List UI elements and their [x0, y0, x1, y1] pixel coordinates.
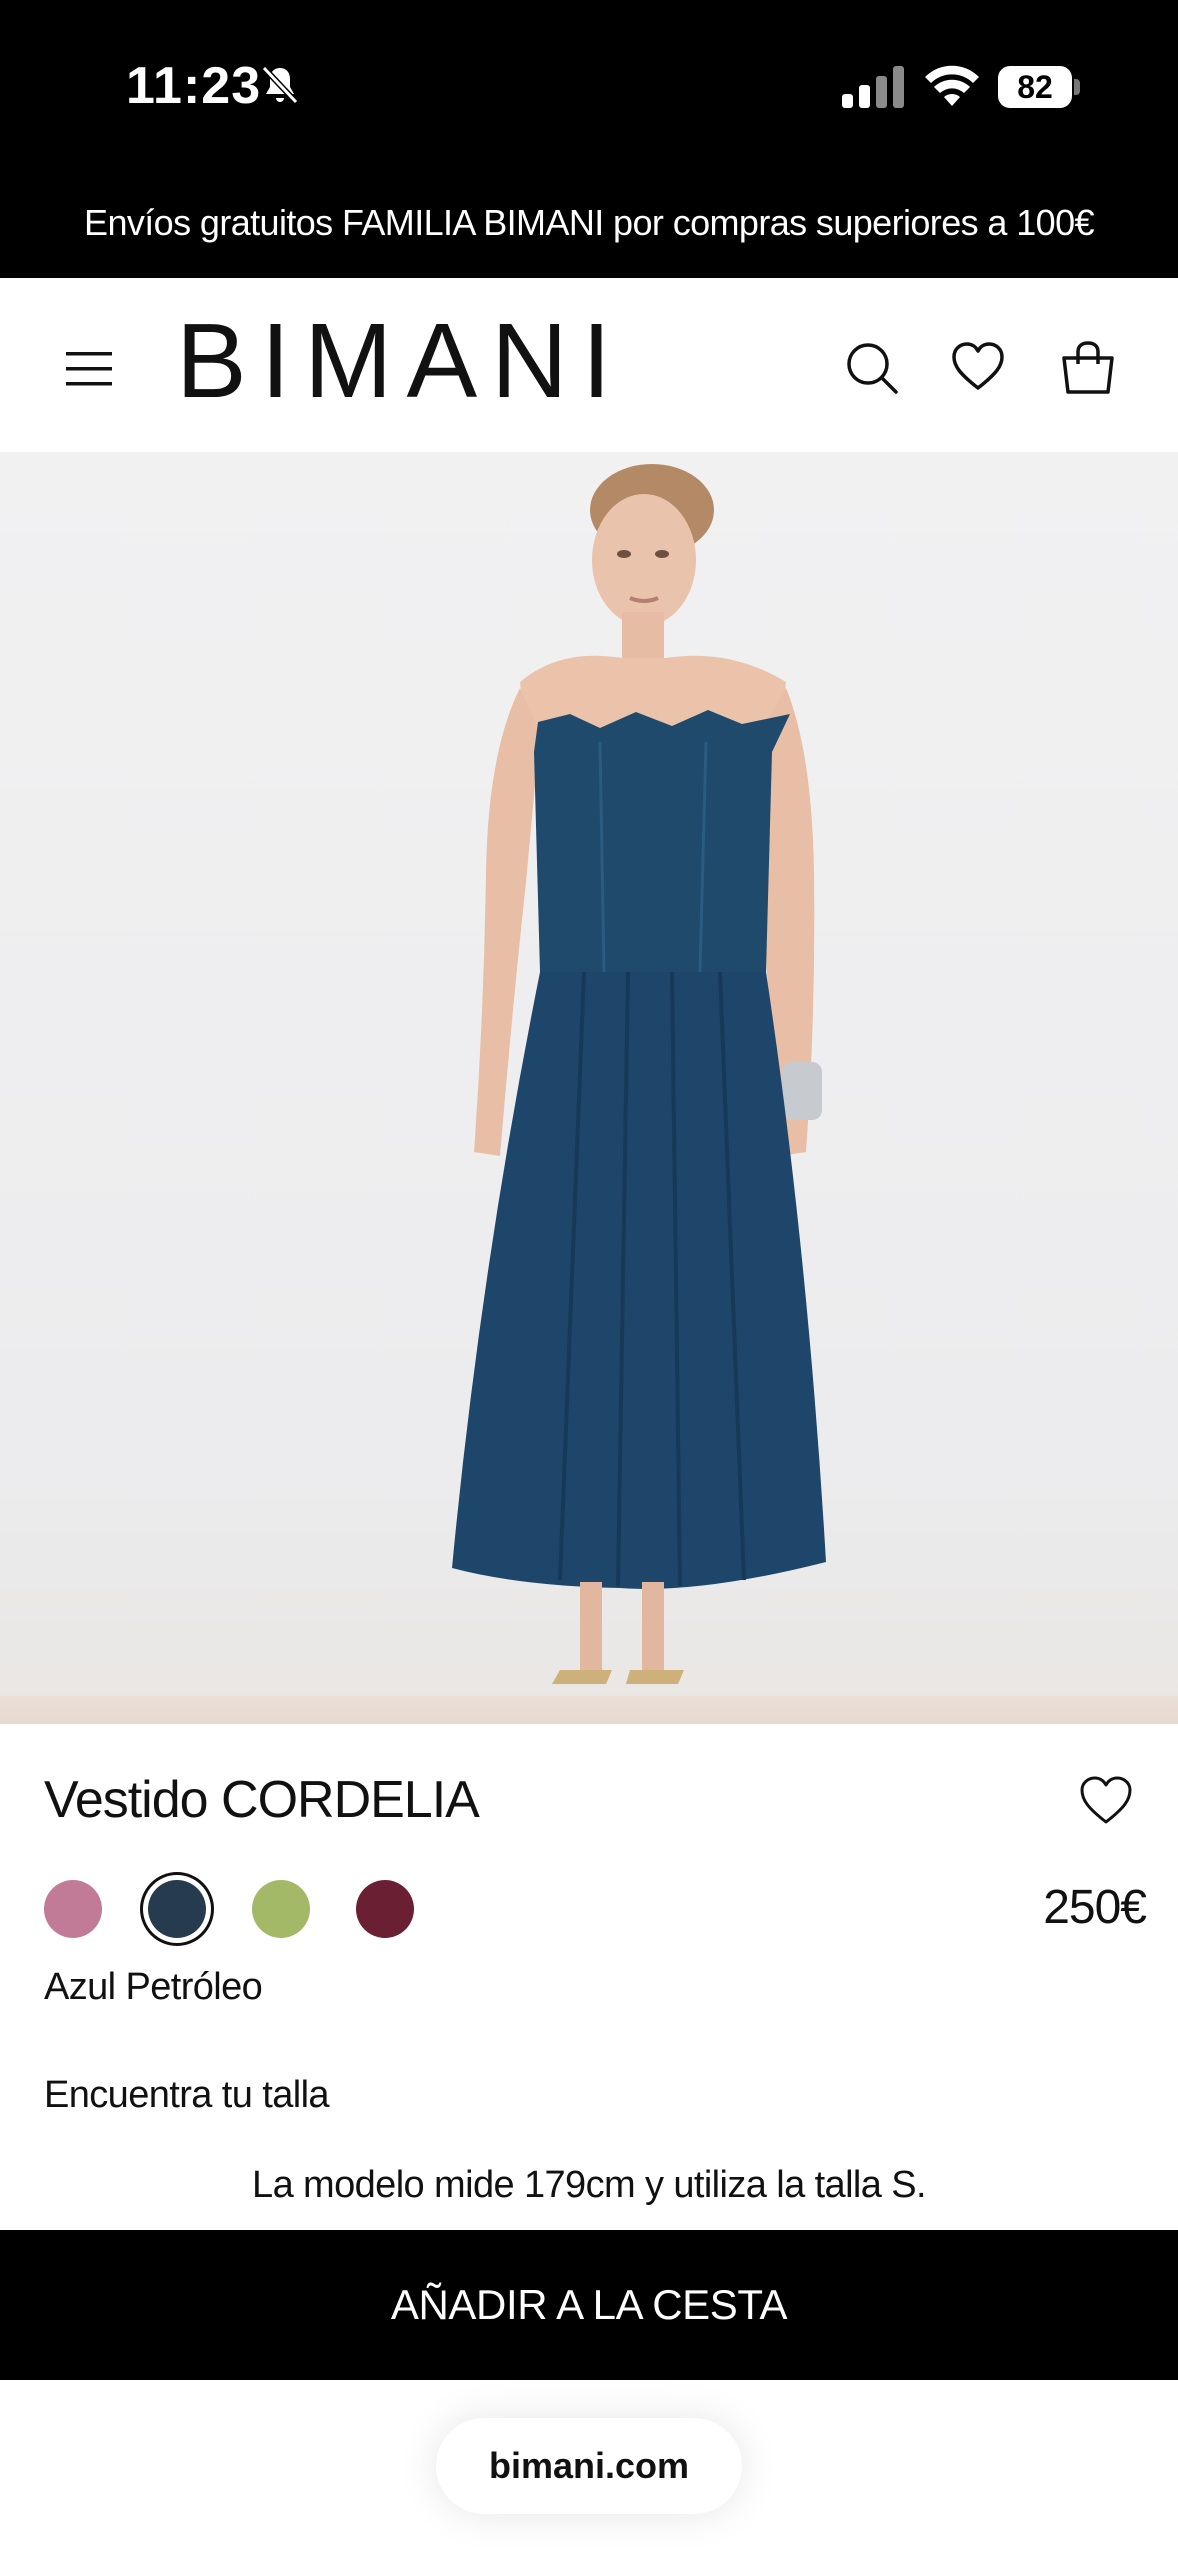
signal-icon: [842, 66, 904, 108]
color-swatch-burgundy[interactable]: [356, 1880, 414, 1938]
promo-text: Envíos gratuitos FAMILIA BIMANI por comp…: [84, 202, 1094, 243]
promo-banner[interactable]: Envíos gratuitos FAMILIA BIMANI por comp…: [0, 178, 1178, 278]
product-title: Vestido CORDELIA: [44, 1771, 480, 1829]
product-image[interactable]: [0, 452, 1178, 1724]
add-to-cart-label: AÑADIR A LA CESTA: [390, 2281, 788, 2328]
bell-slash-icon: [261, 65, 299, 105]
search-icon[interactable]: [844, 340, 900, 396]
battery-level: 82: [998, 66, 1072, 108]
menu-icon[interactable]: [66, 350, 114, 388]
color-swatches: [44, 1880, 414, 1938]
heart-icon[interactable]: [950, 340, 1006, 396]
size-finder-link[interactable]: Encuentra tu talla: [44, 2074, 330, 2117]
brand-logo[interactable]: BIMANI: [176, 308, 625, 414]
selected-color-name: Azul Petróleo: [44, 1966, 263, 2008]
color-swatch-pink[interactable]: [44, 1880, 102, 1938]
wishlist-heart-icon[interactable]: [1078, 1774, 1134, 1826]
floor: [0, 1696, 1178, 1724]
shopping-bag-icon[interactable]: [1060, 340, 1116, 396]
url-text: bimani.com: [488, 2445, 690, 2486]
dress-bodice: [534, 710, 790, 972]
battery-cap: [1074, 79, 1080, 95]
battery-icon: 82: [998, 66, 1080, 108]
product-price: 250€: [1043, 1881, 1147, 1934]
site-header: BIMANI: [0, 278, 1178, 452]
status-bar: 11:23 82: [0, 0, 1178, 178]
url-pill[interactable]: bimani.com: [436, 2418, 742, 2514]
status-time: 11:23: [126, 57, 262, 115]
wifi-icon: [925, 65, 979, 106]
model-wearing-dress-illustration: [452, 464, 826, 1684]
color-swatch-green[interactable]: [252, 1880, 310, 1938]
color-swatch-petrol-blue[interactable]: [148, 1880, 206, 1938]
model-info: La modelo mide 179cm y utiliza la talla …: [252, 2164, 927, 2206]
add-to-cart-button[interactable]: AÑADIR A LA CESTA: [0, 2230, 1178, 2380]
dress-skirt: [452, 972, 826, 1589]
browser-bar: bimani.com: [0, 2380, 1178, 2556]
